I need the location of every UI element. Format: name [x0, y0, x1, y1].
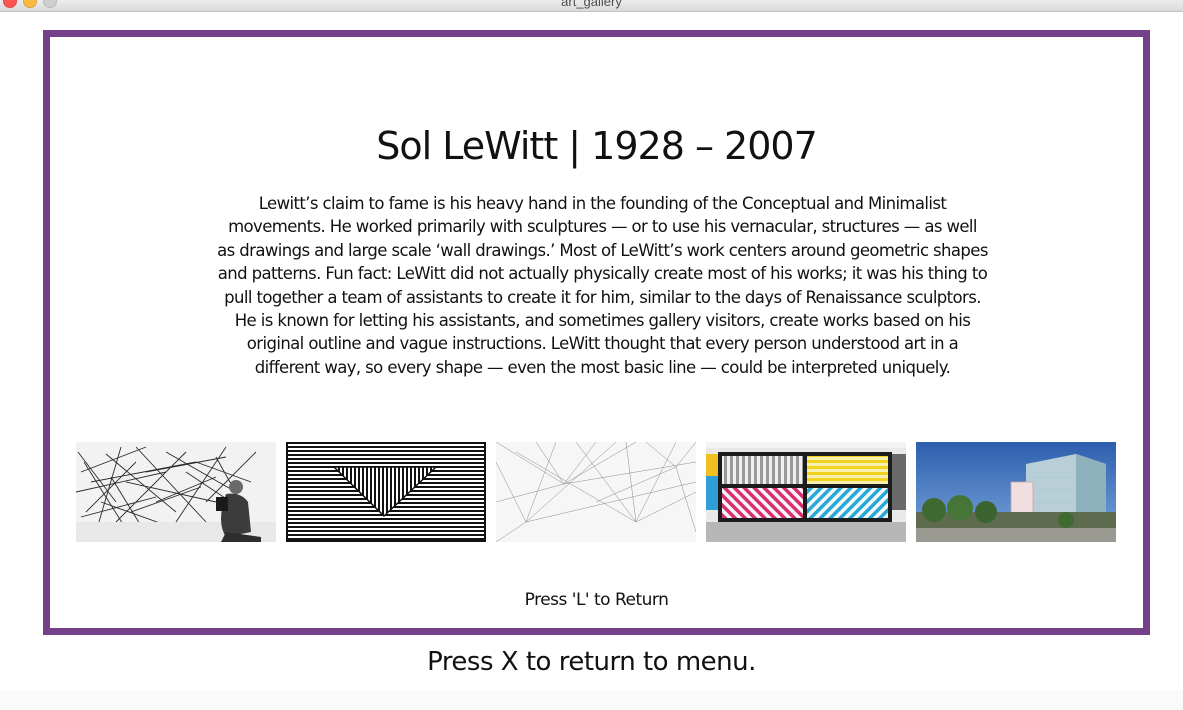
- radiating-lines-thumbnail: [496, 442, 696, 542]
- menu-return-hint: Press X to return to menu.: [427, 647, 756, 677]
- artist-info-panel: Sol LeWitt | 1928 – 2007 Lewitt’s claim …: [43, 30, 1150, 635]
- return-hint: Press 'L' to Return: [524, 590, 669, 610]
- bio-line: He is known for letting his assistants, …: [234, 311, 971, 331]
- window-title: art_gallery: [561, 0, 622, 9]
- bio-line: and patterns. Fun fact: LeWitt did not a…: [217, 264, 988, 284]
- bio-line: Lewitt’s claim to fame is his heavy hand…: [258, 194, 947, 213]
- bottom-strip: [0, 690, 1183, 710]
- bio-line: different way, so every shape — even the…: [254, 357, 951, 377]
- bio-line: pull together a team of assistants to cr…: [224, 287, 981, 307]
- bio-line: as drawings and large scale ‘wall drawin…: [217, 240, 988, 260]
- window-title-bar: art_gallery: [0, 0, 1183, 12]
- artist-bio: Lewitt’s claim to fame is his heavy hand…: [195, 192, 1010, 379]
- artist-title: Sol LeWitt | 1928 – 2007: [376, 124, 818, 168]
- colored-stripes-wall-thumbnail: [706, 442, 906, 542]
- bio-line: original outline and vague instructions.…: [246, 334, 959, 354]
- museum-building-thumbnail: [916, 442, 1116, 542]
- striped-triangle-thumbnail: [286, 442, 486, 542]
- bio-line: movements. He worked primarily with scul…: [228, 217, 977, 237]
- artwork-thumbnails: [76, 442, 1116, 542]
- scribble-wall-drawing-thumbnail: [76, 442, 276, 542]
